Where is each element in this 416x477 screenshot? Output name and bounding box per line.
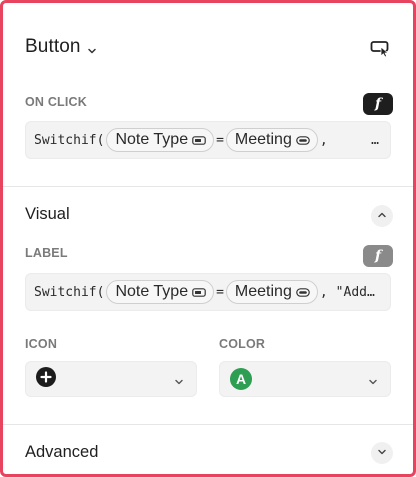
option-value-icon [296, 135, 310, 145]
color-swatch-letter: A [235, 371, 247, 387]
panel-title: Button [25, 36, 81, 57]
expand-advanced-button[interactable] [371, 442, 393, 464]
chip-label: Meeting [234, 283, 292, 300]
formula-operator: = [216, 132, 224, 148]
color-select[interactable]: A [219, 361, 391, 397]
field-type-icon [192, 135, 206, 145]
field-type-icon [192, 287, 206, 297]
meeting-value-chip[interactable]: Meeting [225, 280, 318, 304]
chevron-down-icon [377, 444, 387, 462]
advanced-section-title[interactable]: Advanced [25, 443, 98, 462]
formula-operator: = [216, 284, 224, 300]
on-click-formula-toggle[interactable]: f [363, 93, 393, 115]
panel-header: Button [3, 3, 413, 95]
chip-label: Meeting [234, 131, 292, 148]
chip-label: Note Type [115, 131, 189, 148]
on-click-label: ON CLICK [25, 95, 88, 109]
label-label: LABEL [25, 246, 68, 260]
formula-string-literal: "Add… [335, 284, 375, 300]
icon-select[interactable] [25, 361, 197, 397]
meeting-value-chip[interactable]: Meeting [225, 128, 318, 152]
letter-a-circle-icon: A [230, 368, 252, 390]
visual-section-title[interactable]: Visual [25, 205, 70, 224]
on-click-formula-field[interactable]: Switchif( Note Type = Meeting , … [25, 121, 391, 159]
section-divider [3, 186, 413, 187]
section-divider [3, 424, 413, 425]
label-formula-toggle[interactable]: f [363, 245, 393, 267]
function-icon: f [374, 248, 382, 264]
icon-label: ICON [25, 337, 58, 351]
chevron-down-icon [87, 43, 97, 54]
note-type-field-chip[interactable]: Note Type [106, 128, 215, 152]
button-properties-panel: Button ON CLICK f Switchif( Note Type = … [0, 0, 416, 477]
option-value-icon [296, 287, 310, 297]
formula-separator: , [319, 284, 328, 300]
formula-function: Switchif( [34, 132, 105, 148]
formula-function: Switchif( [34, 284, 105, 300]
color-label: COLOR [219, 337, 266, 351]
formula-separator: , [319, 132, 328, 148]
function-icon: f [374, 96, 382, 112]
formula-overflow: … [371, 132, 380, 148]
chip-label: Note Type [115, 283, 189, 300]
note-type-field-chip[interactable]: Note Type [106, 280, 215, 304]
component-type-dropdown[interactable]: Button [25, 36, 97, 58]
plus-circle-icon [36, 366, 56, 392]
chevron-down-icon [368, 374, 378, 392]
cursor-select-icon[interactable] [369, 39, 393, 59]
chevron-up-icon [377, 207, 387, 225]
label-formula-field[interactable]: Switchif( Note Type = Meeting , "Add… [25, 273, 391, 311]
chevron-down-icon [174, 374, 184, 392]
collapse-visual-button[interactable] [371, 205, 393, 227]
